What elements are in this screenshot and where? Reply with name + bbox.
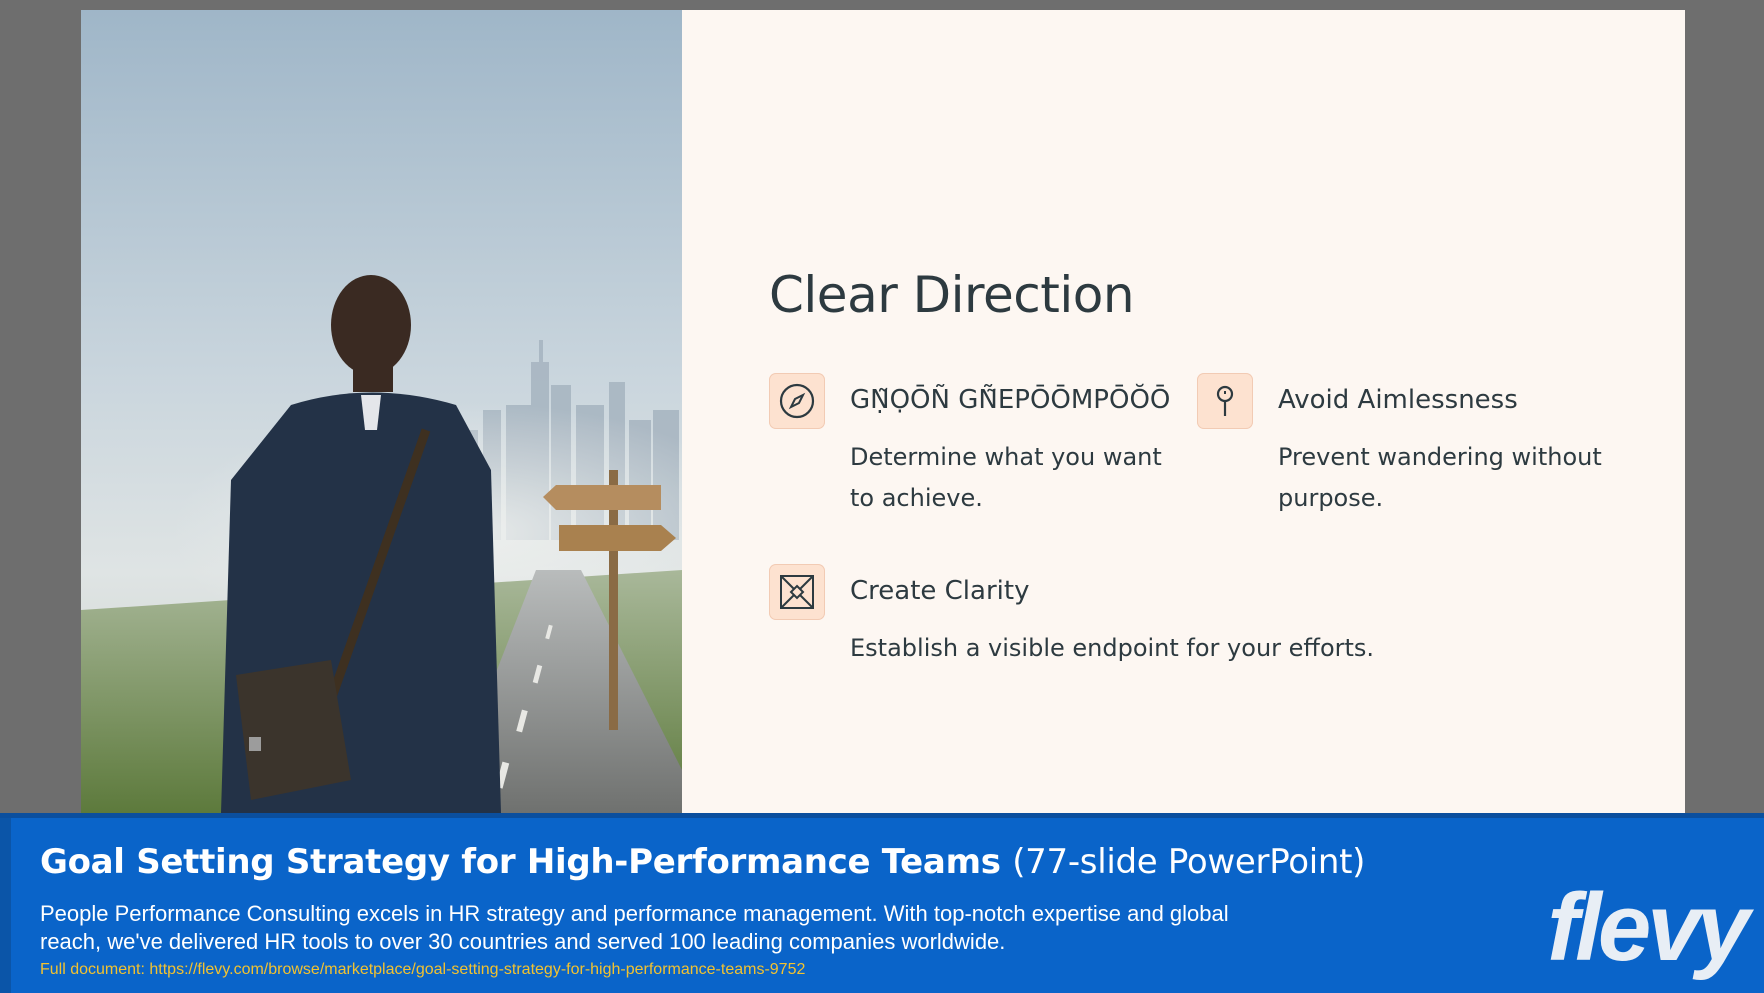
slide-count: (77-slide PowerPoint) bbox=[1012, 842, 1366, 882]
feature-description: Determine what you want to achieve. bbox=[850, 443, 1162, 512]
compass-icon bbox=[769, 373, 825, 429]
slide-title: Clear Direction bbox=[769, 266, 1135, 324]
document-title: Goal Setting Strategy for High-Performan… bbox=[40, 842, 1001, 882]
banner-description: People Performance Consulting excels in … bbox=[40, 901, 1229, 954]
slide-content: Clear Direction GṆ̃ỌŌÑ GÑ̃EPŌŌMPŌŎŌ Dete… bbox=[769, 10, 1685, 813]
feature-description: Establish a visible endpoint for your ef… bbox=[850, 634, 1375, 662]
target-arrows-icon bbox=[769, 564, 825, 620]
banner-edge bbox=[0, 818, 11, 993]
businessman-crossroads-image bbox=[81, 10, 682, 813]
slide: Clear Direction GṆ̃ỌŌÑ GÑ̃EPŌŌMPŌŎŌ Dete… bbox=[81, 10, 1685, 813]
slide-photo bbox=[81, 10, 682, 813]
signpost-icon bbox=[1197, 373, 1253, 429]
banner-title: Goal Setting Strategy for High-Performan… bbox=[40, 842, 1365, 882]
feature-title: Create Clarity bbox=[850, 576, 1030, 606]
feature-title: GṆ̃ỌŌÑ GÑ̃EPŌŌMPŌŎŌ bbox=[850, 385, 1171, 415]
feature-description: Prevent wandering without purpose. bbox=[1278, 443, 1602, 512]
document-link[interactable]: Full document: https://flevy.com/browse/… bbox=[40, 961, 805, 979]
document-banner: Goal Setting Strategy for High-Performan… bbox=[0, 813, 1764, 993]
flevy-logo[interactable]: flevy bbox=[1547, 880, 1750, 976]
feature-title: Avoid Aimlessness bbox=[1278, 385, 1518, 415]
